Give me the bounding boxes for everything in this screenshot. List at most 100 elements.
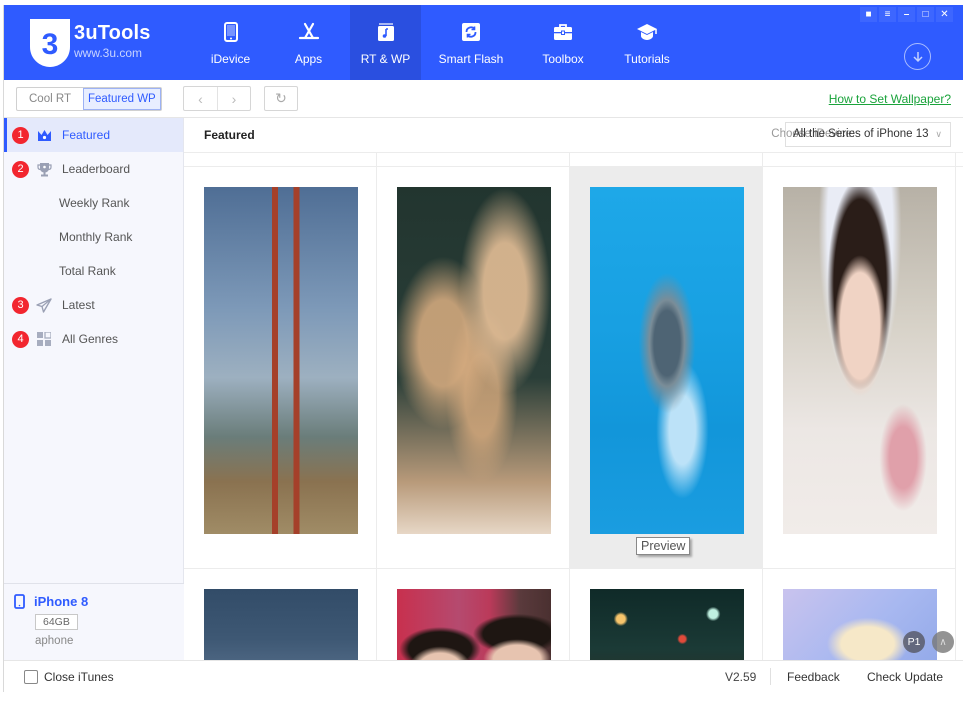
flash-refresh-icon — [459, 20, 483, 44]
app-store-icon — [297, 20, 321, 44]
top-bar: 3 3uTools www.3u.com iDevice Apps RT & W… — [4, 5, 963, 80]
download-arrow-icon — [912, 51, 923, 62]
app-url: www.3u.com — [74, 46, 143, 60]
wallpaper-thumbnail[interactable] — [204, 589, 358, 660]
wallpaper-thumbnail[interactable] — [397, 187, 551, 534]
wallpaper-thumbnail[interactable] — [397, 589, 551, 660]
close-itunes-label[interactable]: Close iTunes — [44, 670, 114, 684]
forward-button[interactable]: › — [217, 87, 250, 110]
sidebar-subitem-weekly-rank[interactable]: Weekly Rank — [4, 186, 183, 220]
close-itunes-checkbox[interactable] — [24, 670, 38, 684]
graduation-cap-icon — [635, 20, 659, 44]
close-icon[interactable]: ✕ — [936, 7, 953, 22]
content-header: Featured Choose iDevice: All the Series … — [184, 118, 963, 153]
divider — [770, 668, 771, 685]
chevron-up-icon: ∧ — [939, 636, 947, 648]
scroll-to-top-button[interactable]: ∧ — [932, 631, 954, 653]
feedback-link[interactable]: Feedback — [787, 670, 840, 684]
tab-featured-wp[interactable]: Featured WP — [82, 88, 161, 110]
nav-label: RT & WP — [360, 52, 411, 66]
step-badge: 3 — [12, 296, 29, 314]
grid-icon — [36, 331, 52, 347]
page-indicator: P1 — [903, 631, 925, 653]
tab-cool-rt[interactable]: Cool RT — [17, 88, 83, 110]
status-bar: Close iTunes V2.59 Feedback Check Update — [4, 660, 963, 692]
step-badge: 2 — [12, 160, 29, 178]
app-name: 3uTools — [74, 22, 151, 44]
wallpaper-card[interactable] — [763, 167, 956, 569]
wallpaper-thumbnail[interactable] — [590, 187, 744, 534]
wallpaper-thumbnail[interactable] — [204, 187, 358, 534]
wallpaper-card[interactable] — [570, 167, 763, 569]
main-nav: iDevice Apps RT & WP Smart Flash Toolbox… — [194, 5, 689, 80]
phone-icon — [219, 20, 243, 44]
content-area: Featured Choose iDevice: All the Series … — [184, 118, 963, 660]
sidebar-item-latest[interactable]: 3 Latest — [4, 288, 183, 322]
grid-top-strip — [184, 153, 963, 167]
sidebar-item-label: Leaderboard — [62, 162, 131, 176]
window-controls: ■ ≡ – □ ✕ — [860, 7, 953, 22]
device-user: aphone — [35, 635, 74, 647]
nav-label: Toolbox — [542, 52, 584, 66]
sidebar-item-label: All Genres — [62, 332, 119, 346]
device-name: iPhone 8 — [34, 594, 89, 609]
paper-plane-icon — [36, 297, 52, 313]
idevice-select[interactable]: All the Series of iPhone 13 ∨ — [785, 122, 951, 147]
version-label: V2.59 — [725, 670, 757, 684]
minimize-icon[interactable]: – — [898, 7, 915, 22]
wallpaper-card[interactable] — [377, 569, 570, 660]
back-button[interactable]: ‹ — [184, 87, 217, 110]
toolbox-icon — [551, 20, 575, 44]
nav-apps[interactable]: Apps — [267, 5, 350, 80]
chevron-down-icon: ∨ — [935, 129, 942, 139]
svg-text:3: 3 — [42, 28, 59, 61]
nav-idevice[interactable]: iDevice — [194, 5, 267, 80]
3utools-logo-icon: 3 — [30, 19, 70, 67]
wallpaper-card[interactable] — [184, 569, 377, 660]
download-manager-button[interactable] — [904, 43, 931, 70]
wallpaper-grid — [184, 167, 963, 569]
wallpaper-card[interactable] — [763, 569, 956, 660]
sidebar-item-all-genres[interactable]: 4 All Genres — [4, 322, 183, 356]
sidebar-item-featured[interactable]: 1 Featured — [4, 118, 183, 152]
trophy-icon — [36, 161, 52, 177]
connected-device[interactable]: iPhone 8 64GB aphone — [4, 583, 184, 660]
skin-shirt-icon[interactable]: ■ — [860, 7, 877, 22]
sidebar-item-label: Featured — [62, 128, 111, 142]
history-nav: ‹ › — [183, 86, 251, 111]
sidebar-subitem-total-rank[interactable]: Total Rank — [4, 254, 183, 288]
wallpaper-card[interactable] — [570, 569, 763, 660]
nav-smart-flash[interactable]: Smart Flash — [421, 5, 521, 80]
content-title: Featured — [204, 128, 255, 142]
nav-tutorials[interactable]: Tutorials — [605, 5, 689, 80]
app-window: 3 3uTools www.3u.com iDevice Apps RT & W… — [3, 5, 963, 692]
nav-toolbox[interactable]: Toolbox — [521, 5, 605, 80]
idevice-select-value: All the Series of iPhone 13 — [793, 128, 929, 140]
how-to-set-wallpaper-link[interactable]: How to Set Wallpaper? — [829, 92, 951, 106]
refresh-icon: ↻ — [275, 90, 287, 106]
toolbar: Cool RT Featured WP ‹ › ↻ How to Set Wal… — [4, 80, 963, 118]
sidebar-subitem-monthly-rank[interactable]: Monthly Rank — [4, 220, 183, 254]
nav-label: Tutorials — [624, 52, 670, 66]
device-capacity: 64GB — [35, 614, 78, 630]
nav-rt-wp[interactable]: RT & WP — [350, 5, 421, 80]
wallpaper-grid-row-2 — [184, 569, 963, 660]
maximize-icon[interactable]: □ — [917, 7, 934, 22]
nav-label: Smart Flash — [438, 52, 504, 66]
step-badge: 4 — [12, 330, 29, 348]
category-switch: Cool RT Featured WP — [16, 87, 162, 111]
menu-list-icon[interactable]: ≡ — [879, 7, 896, 22]
step-badge: 1 — [12, 126, 29, 144]
wallpaper-card[interactable] — [377, 167, 570, 569]
nav-label: iDevice — [210, 52, 251, 66]
crown-icon — [36, 127, 52, 143]
wallpaper-card[interactable] — [184, 167, 377, 569]
refresh-button[interactable]: ↻ — [264, 86, 298, 111]
wallpaper-thumbnail[interactable] — [783, 187, 937, 534]
music-folder-icon — [374, 20, 398, 44]
check-update-link[interactable]: Check Update — [867, 670, 943, 684]
wallpaper-thumbnail[interactable] — [590, 589, 744, 660]
sidebar: 1 Featured 2 Leaderboard Weekly Rank Mon… — [4, 118, 184, 660]
phone-icon — [14, 594, 25, 609]
sidebar-item-leaderboard[interactable]: 2 Leaderboard — [4, 152, 183, 186]
